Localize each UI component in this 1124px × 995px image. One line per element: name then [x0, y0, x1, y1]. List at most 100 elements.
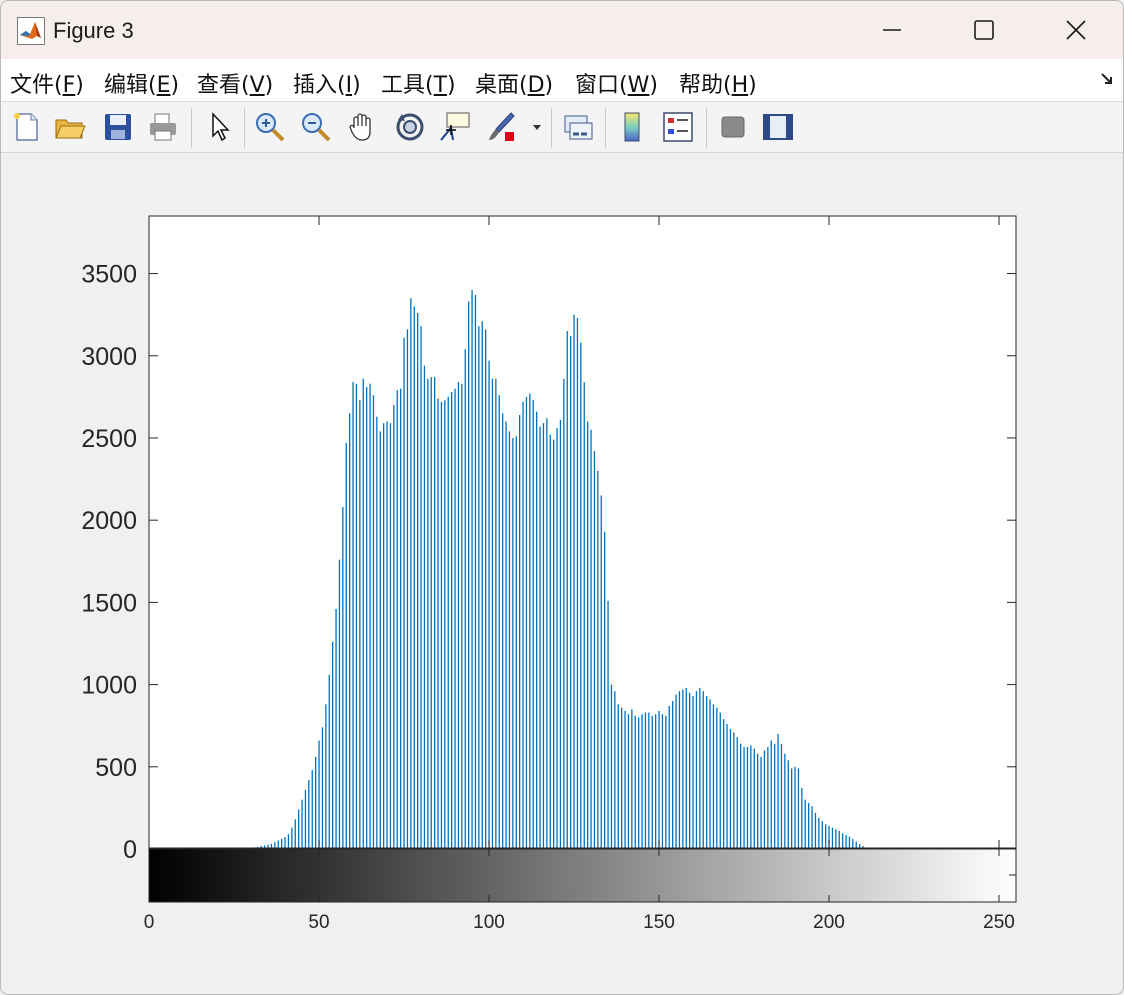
histogram-bar	[787, 760, 789, 849]
histogram-bar	[383, 423, 385, 849]
zoom-out-button[interactable]	[299, 110, 333, 144]
histogram-bar	[345, 442, 347, 849]
link-plot-button[interactable]	[561, 110, 595, 144]
new-figure-button[interactable]	[9, 110, 43, 144]
histogram-bar	[440, 401, 443, 849]
histogram-bar	[362, 378, 364, 849]
y-tick-label: 1500	[81, 589, 137, 617]
pan-hand-icon	[349, 113, 371, 141]
x-tick-label: 0	[144, 912, 155, 933]
axes-background[interactable]	[149, 216, 1016, 848]
histogram-bar	[532, 400, 534, 849]
histogram-bar	[838, 830, 840, 849]
insert-colorbar-button[interactable]	[615, 110, 649, 144]
histogram-bar	[699, 687, 701, 849]
brush-button[interactable]	[485, 110, 519, 144]
insert-legend-button[interactable]	[661, 110, 695, 144]
x-tick-label: 50	[308, 912, 329, 933]
menu-tools[interactable]: 工具(T)	[381, 67, 456, 99]
histogram-bar	[437, 398, 439, 849]
x-tick-label: 200	[813, 912, 845, 933]
histogram-bar	[780, 743, 783, 849]
histogram-bar	[614, 691, 616, 849]
histogram-bar	[825, 824, 827, 849]
histogram-bar	[593, 451, 596, 849]
edit-plot-button[interactable]	[203, 110, 237, 144]
histogram-bar	[689, 692, 691, 849]
histogram-bar	[597, 470, 599, 849]
histogram-bar	[607, 600, 609, 849]
menu-edit[interactable]: 编辑(E)	[104, 67, 179, 99]
rotate-3d-button[interactable]	[393, 110, 427, 144]
histogram-bar	[413, 306, 415, 849]
hide-plot-tools-button[interactable]	[716, 110, 750, 144]
save-button[interactable]	[101, 110, 135, 144]
histogram-bar	[542, 423, 545, 849]
histogram-bar	[338, 559, 341, 849]
save-icon	[105, 114, 131, 140]
histogram-bar	[379, 431, 381, 849]
histogram-bar	[471, 289, 473, 849]
x-tick-label: 150	[643, 912, 675, 933]
menu-window[interactable]: 窗口(W)	[575, 67, 658, 99]
menu-insert[interactable]: 插入(I)	[293, 67, 361, 99]
histogram-bar	[366, 386, 368, 849]
toolbar-separator	[191, 108, 192, 148]
histogram-bar	[634, 715, 636, 849]
histogram-bar	[617, 704, 619, 849]
histogram-bar	[641, 714, 643, 849]
histogram-bar	[485, 329, 487, 849]
menu-bar: 文件(F) 编辑(E) 查看(V) 插入(I) 工具(T) 桌面(D) 窗口(W…	[1, 59, 1123, 102]
histogram-bar	[406, 329, 409, 849]
histogram-bar	[655, 714, 657, 849]
histogram-bar	[342, 507, 344, 849]
histogram-bar	[692, 696, 694, 849]
histogram-bar	[712, 704, 715, 849]
y-tick-label: 3500	[81, 261, 137, 289]
edit-plot-arrow-icon	[212, 112, 230, 142]
histogram-bar	[423, 365, 426, 849]
histogram-bar	[661, 714, 664, 849]
menu-file[interactable]: 文件(F)	[10, 67, 84, 99]
histogram-bar	[668, 705, 670, 849]
title-bar[interactable]: Figure 3	[1, 1, 1123, 59]
histogram-bar	[488, 360, 490, 849]
histogram-bar	[590, 429, 592, 849]
histogram-bar	[733, 732, 735, 849]
print-button[interactable]	[146, 110, 180, 144]
zoom-in-icon	[256, 113, 285, 142]
histogram-bar	[801, 788, 803, 849]
histogram-bar	[457, 382, 460, 849]
menu-desktop[interactable]: 桌面(D)	[475, 67, 553, 99]
pan-button[interactable]	[346, 110, 380, 144]
zoom-in-button[interactable]	[253, 110, 287, 144]
histogram-bar	[804, 799, 806, 849]
histogram-bar	[624, 710, 626, 849]
y-tick-label: 1000	[81, 672, 137, 700]
histogram-bar	[600, 495, 602, 849]
menu-help[interactable]: 帮助(H)	[679, 67, 757, 99]
histogram-bar	[468, 301, 470, 849]
maximize-button[interactable]	[961, 9, 1007, 51]
histogram-bar	[740, 743, 742, 849]
y-tick-label: 2500	[81, 425, 137, 453]
open-file-button[interactable]	[53, 110, 87, 144]
close-button[interactable]	[1053, 9, 1099, 51]
dock-figure-icon[interactable]	[1099, 71, 1115, 87]
histogram-bar	[393, 405, 395, 849]
histogram-bar	[410, 298, 412, 849]
histogram-bar	[318, 740, 320, 849]
show-plot-tools-button[interactable]	[761, 110, 795, 144]
histogram-bar	[821, 821, 823, 849]
colorbar-icon	[624, 112, 640, 142]
histogram-bar	[321, 727, 324, 849]
histogram-bar	[349, 413, 351, 849]
histogram-bar	[743, 747, 745, 849]
data-cursor-button[interactable]	[439, 110, 473, 144]
minimize-button[interactable]	[869, 9, 915, 51]
histogram-bar	[842, 833, 844, 849]
brush-dropdown-button[interactable]	[529, 110, 545, 144]
menu-view[interactable]: 查看(V)	[197, 67, 273, 99]
histogram-bar	[587, 421, 589, 849]
show-plot-tools-icon	[763, 114, 793, 140]
